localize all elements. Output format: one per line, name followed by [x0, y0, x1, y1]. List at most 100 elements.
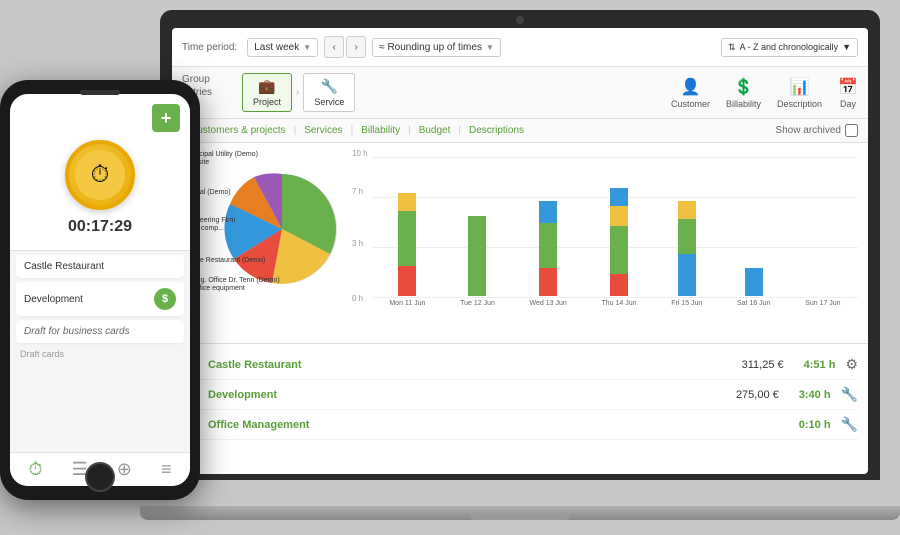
- bar-seg: [678, 201, 696, 219]
- nav-add[interactable]: ⊕: [117, 459, 132, 480]
- tab-billability[interactable]: Billability: [353, 123, 408, 138]
- sort-label: A - Z and chronologically: [740, 42, 839, 52]
- settings-icon-3[interactable]: 🔧: [841, 416, 858, 433]
- bar-seg: [398, 193, 416, 211]
- y-label-3: 3 h: [352, 239, 363, 248]
- bar-mon: Mon 11 Jun: [389, 193, 425, 307]
- add-timer-button[interactable]: +: [152, 104, 180, 132]
- bar-seg: [745, 268, 763, 296]
- group-by-row: Group entries by... 💼 Project › 🔧 Servic…: [172, 67, 868, 119]
- bar-thu: Thu 14 Jun: [601, 188, 636, 307]
- summary-row-office: 🔧 Office Management 0:10 h 🔧: [182, 410, 858, 440]
- bars-container: Mon 11 Jun Tue 12 Jun: [372, 157, 858, 307]
- development-name[interactable]: Development: [208, 389, 736, 401]
- phone-screen: + ⏱ 00:17:29 Castle Restaurant Developme…: [10, 94, 190, 486]
- list-item-development[interactable]: Development $: [16, 282, 184, 316]
- bar-label-sat: Sat 16 Jun: [737, 300, 770, 307]
- nav-menu[interactable]: ≡: [161, 459, 172, 480]
- toolbar: Time period: Last week ▼ ‹ › ≈ Rounding …: [172, 28, 868, 67]
- development-item: Development: [24, 294, 154, 305]
- y-label-10: 10 h: [352, 149, 368, 158]
- time-period-select[interactable]: Last week ▼: [247, 38, 318, 57]
- bar-seg: [539, 268, 557, 296]
- show-archived-checkbox[interactable]: [845, 124, 858, 137]
- billability-icon-btn[interactable]: 💲 Billability: [726, 77, 761, 109]
- day-icon-btn[interactable]: 📅 Day: [838, 77, 858, 109]
- nav-timer[interactable]: ⏱: [29, 459, 43, 480]
- summary-row-castle: 🧳 Castle Restaurant 311,25 € 4:51 h ⚙: [182, 350, 858, 380]
- list-item-draft[interactable]: Draft for business cards: [16, 320, 184, 343]
- summary-row-development: 🔧 Development 275,00 € 3:40 h 🔧: [182, 380, 858, 410]
- tab-budget[interactable]: Budget: [411, 123, 459, 138]
- person-icon: 👤: [681, 77, 701, 97]
- bar-wed: Wed 13 Jun: [530, 201, 567, 307]
- rounding-select[interactable]: ≈ Rounding up of times ▼: [372, 38, 501, 57]
- settings-icon-2[interactable]: 🔧: [841, 386, 858, 403]
- phone-speaker: [80, 90, 120, 95]
- sort-icon: ⇅: [728, 42, 736, 53]
- castle-time: 4:51 h: [804, 359, 836, 371]
- rounding-label: ≈ Rounding up of times: [379, 42, 482, 53]
- next-btn[interactable]: ›: [346, 36, 366, 58]
- laptop-camera: [516, 16, 524, 24]
- pie-labels: Municipal Utility (Demo)Website Internal…: [182, 149, 342, 337]
- bar-seg: [610, 274, 628, 296]
- bar-chart-wrapper: 10 h 7 h 3 h 0 h: [352, 149, 858, 329]
- settings-icon-1[interactable]: ⚙: [845, 356, 858, 373]
- bar-seg: [398, 266, 416, 296]
- timer-icon: ⏱: [91, 161, 110, 189]
- customer-label: Customer: [671, 99, 710, 109]
- group-by-service[interactable]: 🔧 Service: [303, 73, 355, 112]
- tab-services[interactable]: Services: [296, 123, 350, 138]
- laptop-base: [140, 506, 900, 520]
- description-icon-btn[interactable]: 📊 Description: [777, 77, 822, 109]
- show-archived[interactable]: Show archived: [775, 124, 858, 137]
- group-by-project[interactable]: 💼 Project: [242, 73, 292, 112]
- castle-restaurant-item: Castle Restaurant: [24, 261, 176, 272]
- customer-icon-btn[interactable]: 👤 Customer: [671, 77, 710, 109]
- bar-label-mon: Mon 11 Jun: [389, 300, 425, 307]
- chevron-down-icon-2: ▼: [486, 43, 494, 52]
- phone: + ⏱ 00:17:29 Castle Restaurant Developme…: [0, 80, 200, 500]
- description-label: Description: [777, 99, 822, 109]
- castle-restaurant-name[interactable]: Castle Restaurant: [208, 359, 742, 371]
- prev-btn[interactable]: ‹: [324, 36, 344, 58]
- project-label: Project: [253, 97, 281, 107]
- castle-amount: 311,25 €: [742, 359, 784, 371]
- bar-label-thu: Thu 14 Jun: [601, 300, 636, 307]
- time-display: 00:17:29: [68, 218, 132, 236]
- group-icons: 💼 Project › 🔧 Service: [242, 73, 671, 112]
- bar-seg: [539, 223, 557, 268]
- sort-select[interactable]: ⇅ A - Z and chronologically ▼: [721, 38, 858, 57]
- timer-circle[interactable]: ⏱: [65, 140, 135, 210]
- billability-label: Billability: [726, 99, 761, 109]
- phone-home-button[interactable]: [85, 462, 115, 492]
- tabs-row: Customers & projects | Services | Billab…: [172, 119, 868, 143]
- calendar-icon: 📅: [838, 77, 858, 97]
- office-management-name[interactable]: Office Management: [208, 419, 779, 431]
- bar-seg: [398, 211, 416, 266]
- briefcase-icon: 💼: [258, 78, 275, 95]
- bar-fri: Fri 15 Jun: [671, 201, 702, 307]
- laptop-screen: Time period: Last week ▼ ‹ › ≈ Rounding …: [172, 28, 868, 474]
- bar-seg: [678, 219, 696, 254]
- screen-content: Time period: Last week ▼ ‹ › ≈ Rounding …: [172, 28, 868, 474]
- list-item-castle[interactable]: Castle Restaurant: [16, 255, 184, 278]
- bar-seg: [610, 206, 628, 226]
- chart-icon: 📊: [790, 77, 810, 97]
- wrench-icon: 🔧: [321, 78, 338, 95]
- bar-label-sun: Sun 17 Jun: [805, 300, 840, 307]
- draft-cards-label: Draft cards: [16, 347, 184, 361]
- nav-arrows: ‹ ›: [324, 36, 366, 58]
- bar-label-wed: Wed 13 Jun: [530, 300, 567, 307]
- laptop: Time period: Last week ▼ ‹ › ≈ Rounding …: [160, 10, 880, 520]
- day-label: Day: [840, 99, 856, 109]
- tab-descriptions[interactable]: Descriptions: [461, 123, 532, 138]
- time-period-value: Last week: [254, 42, 299, 53]
- pie-chart-container: Municipal Utility (Demo)Website Internal…: [182, 149, 342, 337]
- chart-area: Municipal Utility (Demo)Website Internal…: [172, 143, 868, 343]
- development-time: 3:40 h: [799, 389, 831, 401]
- dollar-icon: 💲: [734, 77, 754, 97]
- draft-item: Draft for business cards: [24, 326, 176, 337]
- timer-inner: ⏱: [75, 150, 125, 200]
